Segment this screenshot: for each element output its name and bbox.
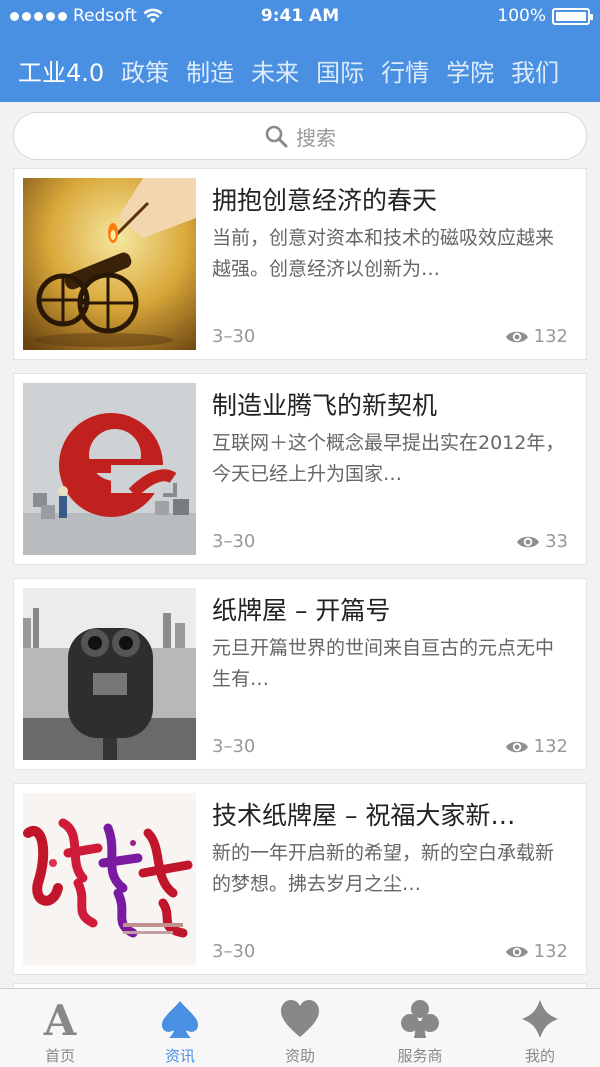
eye-icon — [505, 331, 528, 342]
article-card[interactable]: 技术纸牌屋 – 祝福大家新… 新的一年开启新的希望，新的空白承载新的梦想。拂去岁… — [13, 783, 587, 975]
article-date: 3–30 — [212, 326, 256, 347]
article-summary: 元旦开篇世界的世间来自亘古的元点无中生有… — [212, 637, 555, 690]
spade-icon — [162, 1001, 198, 1038]
view-count: 132 — [505, 326, 568, 347]
article-card[interactable]: 拥抱创意经济的春天 当前，创意对资本和技术的磁吸效应越来越强。创意经济以创新为…… — [13, 168, 587, 360]
tab-label: 资讯 — [164, 1047, 195, 1065]
battery-group: 100% — [497, 6, 593, 26]
view-count: 132 — [505, 941, 568, 962]
nav-item-policy[interactable]: 政策 — [121, 53, 169, 88]
battery-icon — [552, 7, 593, 25]
view-count-value: 132 — [533, 326, 568, 347]
article-title: 纸牌屋 – 开篇号 — [212, 596, 391, 625]
view-count-value: 132 — [533, 736, 568, 757]
nav-item-industry40[interactable]: 工业4.0 — [18, 53, 104, 88]
article-image-red-e-letter — [23, 383, 196, 555]
nav-item-market[interactable]: 行情 — [381, 53, 429, 88]
article-summary: 当前，创意对资本和技术的磁吸效应越来越强。创意经济以创新为… — [212, 227, 555, 280]
article-card[interactable]: 制造业腾飞的新契机 互联网＋这个概念最早提出实在2012年，今天已经上升为国家…… — [13, 373, 587, 565]
article-title: 拥抱创意经济的春天 — [212, 186, 438, 215]
battery-percent: 100% — [497, 6, 546, 26]
tab-label: 服务商 — [397, 1047, 443, 1065]
article-summary: 互联网＋这个概念最早提出实在2012年，今天已经上升为国家… — [212, 432, 565, 485]
eye-icon — [505, 741, 528, 752]
article-date: 3–30 — [212, 941, 256, 962]
tab-bar: A 首页 资讯 资助 服务商 我的 — [0, 988, 600, 1067]
tab-providers[interactable]: 服务商 — [360, 989, 480, 1067]
search-placeholder: 搜索 — [296, 125, 336, 150]
tab-label: 资助 — [284, 1047, 315, 1065]
header: Redsoft 9:41 AM 100% 工业4.0 政策 制造 未来 国际 行… — [0, 0, 600, 102]
article-title: 制造业腾飞的新契机 — [212, 391, 438, 420]
nav-item-about-us[interactable]: 我们 — [511, 53, 559, 88]
letter-a-icon: A — [43, 999, 78, 1039]
tab-home[interactable]: A 首页 — [0, 989, 120, 1067]
eye-icon — [505, 946, 528, 957]
diamond-icon — [522, 1000, 558, 1038]
category-nav: 工业4.0 政策 制造 未来 国际 行情 学院 我们 — [0, 48, 600, 92]
view-count: 33 — [516, 531, 568, 552]
status-bar: Redsoft 9:41 AM 100% — [0, 0, 600, 34]
article-date: 3–30 — [212, 531, 256, 552]
nav-item-international[interactable]: 国际 — [316, 53, 364, 88]
tab-news[interactable]: 资讯 — [120, 989, 240, 1067]
tab-profile[interactable]: 我的 — [480, 989, 600, 1067]
tab-funding[interactable]: 资助 — [240, 989, 360, 1067]
article-title: 技术纸牌屋 – 祝福大家新… — [212, 801, 516, 830]
article-image-new-year-calligraphy — [23, 793, 196, 965]
nav-item-future[interactable]: 未来 — [251, 53, 299, 88]
heart-icon — [281, 1000, 319, 1037]
view-count-value: 132 — [533, 941, 568, 962]
search-icon — [265, 125, 288, 148]
eye-icon — [517, 536, 540, 547]
search-bar[interactable]: 搜索 — [13, 112, 587, 160]
nav-item-manufacturing[interactable]: 制造 — [186, 53, 234, 88]
club-icon — [401, 1000, 439, 1038]
tab-label: 我的 — [524, 1047, 555, 1065]
tab-label: 首页 — [44, 1047, 75, 1065]
article-date: 3–30 — [212, 736, 256, 757]
view-count: 132 — [505, 736, 568, 757]
svg-text:A: A — [43, 999, 78, 1039]
article-card[interactable]: 纸牌屋 – 开篇号 元旦开篇世界的世间来自亘古的元点无中生有… 3–30 132 — [13, 578, 587, 770]
article-image-binocular-viewer — [23, 588, 196, 760]
nav-item-academy[interactable]: 学院 — [446, 53, 494, 88]
article-image-matchstick-cannon — [23, 178, 196, 350]
view-count-value: 33 — [545, 531, 568, 552]
article-summary: 新的一年开启新的希望，新的空白承载新的梦想。拂去岁月之尘… — [212, 842, 555, 895]
